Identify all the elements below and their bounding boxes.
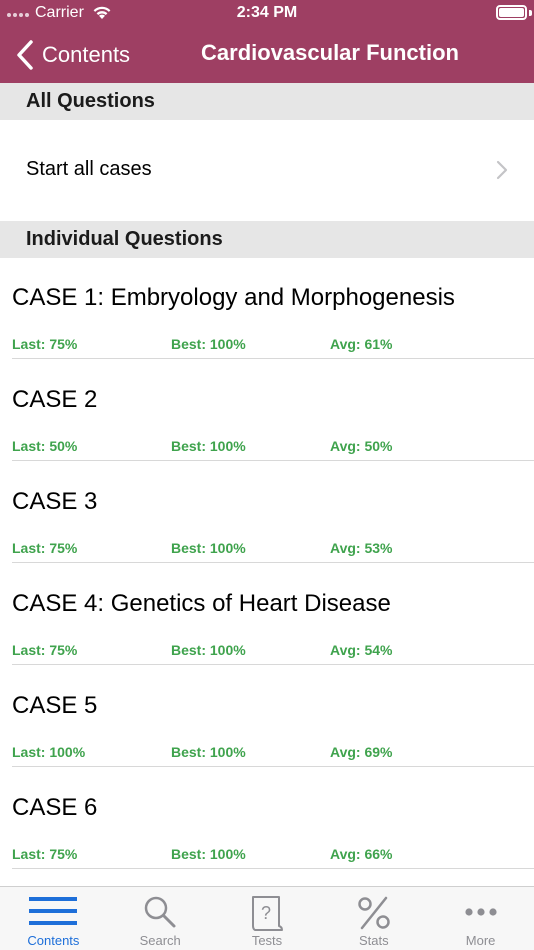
best-score: Best: 100% <box>171 744 246 760</box>
case-row-4[interactable]: CASE 4: Genetics of Heart Disease Last: … <box>0 563 534 665</box>
case-row-2[interactable]: CASE 2 Last: 50% Best: 100% Avg: 50% <box>0 359 534 461</box>
last-score: Last: 75% <box>12 540 78 556</box>
navigation-header: Carrier 2:34 PM Contents Cardiovascular … <box>0 0 534 83</box>
row-divider <box>12 868 534 869</box>
percent-icon <box>358 896 390 930</box>
best-score: Best: 100% <box>171 642 246 658</box>
average-score: Avg: 54% <box>330 642 393 658</box>
status-bar: Carrier 2:34 PM <box>0 0 534 26</box>
list-icon <box>29 897 78 925</box>
case-title: CASE 6 <box>12 794 98 821</box>
section-header-individual-questions: Individual Questions <box>0 221 534 258</box>
battery-tip <box>529 10 532 16</box>
last-score: Last: 75% <box>12 846 78 862</box>
case-row-6[interactable]: CASE 6 Last: 75% Best: 100% Avg: 66% <box>0 767 534 869</box>
last-score: Last: 75% <box>12 642 78 658</box>
average-score: Avg: 53% <box>330 540 393 556</box>
back-button-label: Contents <box>42 42 131 67</box>
svg-text:?: ? <box>261 903 271 923</box>
case-list: CASE 1: Embryology and Morphogenesis Las… <box>0 257 534 869</box>
best-score: Best: 100% <box>171 438 246 454</box>
tab-label: More <box>465 933 496 948</box>
tab-more[interactable]: More <box>427 887 534 950</box>
case-title: CASE 2 <box>12 386 98 413</box>
tab-stats[interactable]: Stats <box>320 887 427 950</box>
best-score: Best: 100% <box>171 846 246 862</box>
start-all-cases-label: Start all cases <box>26 158 152 180</box>
best-score: Best: 100% <box>171 540 246 556</box>
case-title: CASE 1: Embryology and Morphogenesis <box>12 284 455 311</box>
chevron-left-icon <box>17 40 33 70</box>
case-row-3[interactable]: CASE 3 Last: 75% Best: 100% Avg: 53% <box>0 461 534 563</box>
last-score: Last: 50% <box>12 438 78 454</box>
best-score: Best: 100% <box>171 336 246 352</box>
section-header-all-questions: All Questions <box>0 83 534 120</box>
case-row-1[interactable]: CASE 1: Embryology and Morphogenesis Las… <box>0 257 534 359</box>
case-title: CASE 5 <box>12 692 98 719</box>
tab-contents[interactable]: Contents <box>0 887 107 950</box>
tab-label: Search <box>139 933 181 948</box>
tab-label: Tests <box>251 933 283 948</box>
last-score: Last: 75% <box>12 336 78 352</box>
search-icon <box>144 896 176 928</box>
tab-search[interactable]: Search <box>107 887 214 950</box>
back-button[interactable]: Contents <box>14 37 130 73</box>
tab-tests[interactable]: ? Tests <box>214 887 321 950</box>
average-score: Avg: 50% <box>330 438 393 454</box>
tab-bar: Contents Search ? Tests Stats More <box>0 886 534 950</box>
case-row-5[interactable]: CASE 5 Last: 100% Best: 100% Avg: 69% <box>0 665 534 767</box>
page-title: Cardiovascular Function <box>201 40 459 65</box>
tab-label: Stats <box>358 933 389 948</box>
status-time: 2:34 PM <box>236 4 298 21</box>
test-icon: ? <box>251 896 283 931</box>
case-title: CASE 3 <box>12 488 98 515</box>
last-score: Last: 100% <box>12 744 86 760</box>
average-score: Avg: 66% <box>330 846 393 862</box>
case-title: CASE 4: Genetics of Heart Disease <box>12 590 391 617</box>
start-all-cases-row[interactable]: Start all cases <box>0 120 534 221</box>
chevron-right-icon <box>496 160 508 180</box>
more-icon <box>464 908 497 916</box>
average-score: Avg: 61% <box>330 336 393 352</box>
average-score: Avg: 69% <box>330 744 393 760</box>
tab-label: Contents <box>27 933 80 948</box>
battery-icon <box>496 5 527 20</box>
